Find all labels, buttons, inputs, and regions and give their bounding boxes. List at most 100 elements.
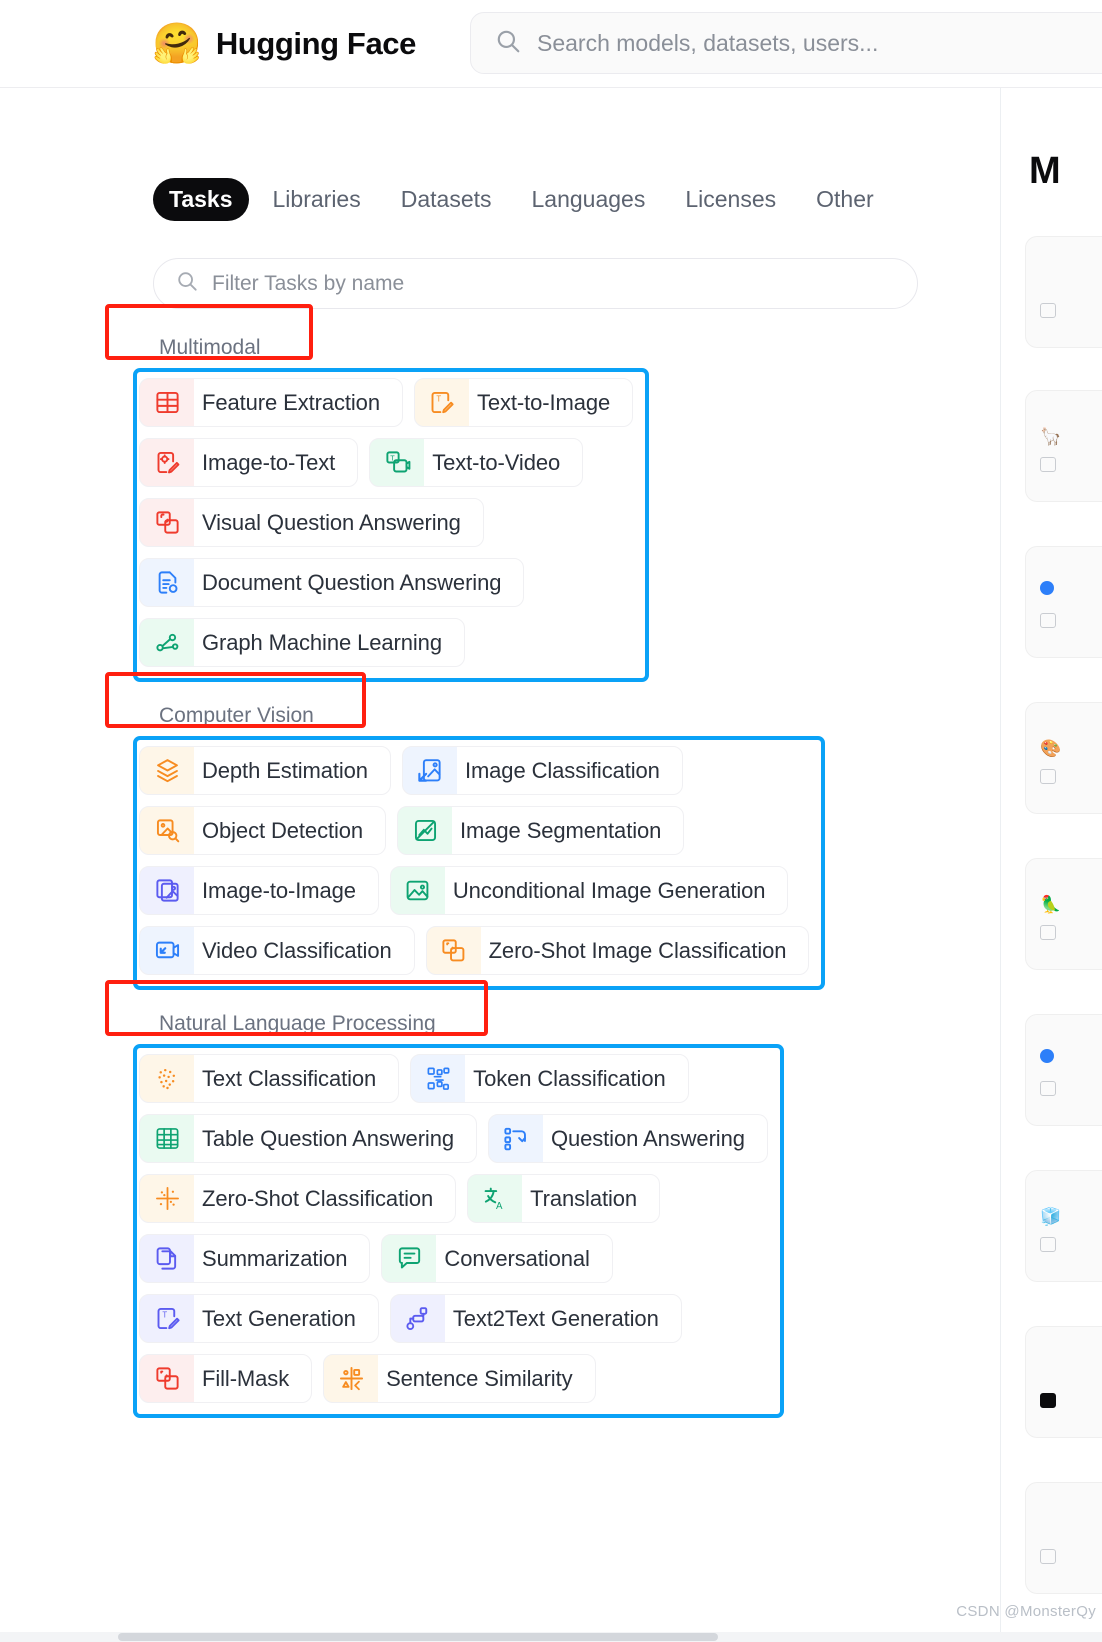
- task-pill-group: Text Classification Token Classification T…: [139, 1054, 768, 1414]
- task-pill-zero-shot-classification[interactable]: Zero-Shot Classification: [139, 1174, 457, 1223]
- task-pill-translation[interactable]: A Translation: [467, 1174, 661, 1223]
- task-pill-label: Depth Estimation: [202, 757, 368, 783]
- task-pill-object-detection[interactable]: Object Detection: [139, 806, 387, 855]
- chat-bubble-icon: [382, 1235, 436, 1282]
- brand-logo-link[interactable]: 🤗 Hugging Face: [152, 24, 416, 64]
- model-avatar: 🦜: [1040, 895, 1062, 914]
- svg-text:T: T: [437, 394, 442, 403]
- task-pill-graph-machine-learning[interactable]: Graph Machine Learning: [139, 618, 465, 667]
- task-pill-text-to-video[interactable]: T Text-to-Video: [369, 438, 584, 487]
- task-pill-label: Conversational: [444, 1245, 590, 1271]
- model-card[interactable]: [1025, 546, 1102, 658]
- task-pill-image-segmentation[interactable]: Image Segmentation: [397, 806, 685, 855]
- group-title: Natural Language Processing: [159, 1012, 436, 1035]
- model-card[interactable]: 🦜: [1025, 858, 1102, 970]
- token-blocks-icon: [411, 1055, 465, 1102]
- picture-icon: [391, 867, 445, 914]
- task-pill-token-classification[interactable]: Token Classification: [410, 1054, 689, 1103]
- task-pill-image-to-text[interactable]: Image-to-Text: [139, 438, 359, 487]
- tab-languages[interactable]: Languages: [516, 178, 662, 221]
- task-pill-text-classification[interactable]: Text Classification: [139, 1054, 400, 1103]
- task-pill-label: Text-to-Image: [476, 389, 611, 415]
- model-avatar: [1040, 1049, 1054, 1063]
- task-pill-text2text-generation[interactable]: Text2Text Generation: [389, 1294, 682, 1343]
- tab-licenses[interactable]: Licenses: [669, 178, 792, 221]
- model-avatar: 🦙: [1040, 427, 1062, 446]
- task-pill-question-answering[interactable]: Question Answering: [487, 1114, 768, 1163]
- task-pill-label: Video Classification: [202, 937, 392, 963]
- scrollbar-thumb[interactable]: [118, 1633, 718, 1641]
- task-pill-unconditional-image-generation[interactable]: Unconditional Image Generation: [389, 866, 789, 915]
- table-grid-icon: [140, 379, 194, 426]
- task-pill-depth-estimation[interactable]: Depth Estimation: [139, 746, 391, 795]
- visual-qa-icon: [140, 499, 194, 546]
- task-pill-feature-extraction[interactable]: Feature Extraction: [139, 378, 403, 427]
- tab-datasets[interactable]: Datasets: [385, 178, 508, 221]
- svg-text:T: T: [162, 1310, 167, 1319]
- task-pill-text-generation[interactable]: T Text Generation: [139, 1294, 379, 1343]
- task-pill-label: Visual Question Answering: [202, 509, 461, 535]
- task-pill-label: Text Generation: [202, 1305, 356, 1331]
- task-pill-text-to-image[interactable]: T Text-to-Image: [413, 378, 634, 427]
- filter-tasks-placeholder: Filter Tasks by name: [212, 271, 405, 295]
- task-pill-label: Document Question Answering: [202, 569, 502, 595]
- task-pill-label: Object Detection: [202, 817, 364, 843]
- model-card[interactable]: [1025, 1014, 1102, 1126]
- object-box-icon: [140, 807, 194, 854]
- filter-tasks-input[interactable]: Filter Tasks by name: [153, 258, 918, 309]
- model-card-badge: [1040, 1393, 1056, 1408]
- task-pill-image-to-image[interactable]: Image-to-Image: [139, 866, 379, 915]
- dots-scatter-icon: [140, 1055, 194, 1102]
- task-pill-zero-shot-image-classification[interactable]: Zero-Shot Image Classification: [425, 926, 810, 975]
- task-pill-label: Unconditional Image Generation: [452, 877, 766, 903]
- zeroshot-image-icon: [427, 927, 481, 974]
- task-pill-visual-question-answering[interactable]: Visual Question Answering: [139, 498, 484, 547]
- hugging-face-logo-icon: 🤗: [152, 21, 202, 66]
- task-pill-label: Text Classification: [202, 1065, 377, 1091]
- model-card[interactable]: 🎨: [1025, 702, 1102, 814]
- qa-arrow-icon: [489, 1115, 543, 1162]
- text-pencil-icon: T: [415, 379, 469, 426]
- model-card-badge: [1040, 457, 1056, 472]
- tab-libraries[interactable]: Libraries: [257, 178, 377, 221]
- task-pill-fill-mask[interactable]: Fill-Mask: [139, 1354, 313, 1403]
- image-pencil-icon: [140, 439, 194, 486]
- tab-other[interactable]: Other: [800, 178, 890, 221]
- task-pill-label: Fill-Mask: [202, 1365, 290, 1391]
- task-pill-video-classification[interactable]: Video Classification: [139, 926, 415, 975]
- task-pill-image-classification[interactable]: Image Classification: [401, 746, 683, 795]
- task-pill-summarization[interactable]: Summarization: [139, 1234, 371, 1283]
- horizontal-scrollbar[interactable]: [0, 1632, 1102, 1642]
- flow-nodes-icon: [391, 1295, 445, 1342]
- model-card[interactable]: 🧊: [1025, 1170, 1102, 1282]
- task-pill-document-question-answering[interactable]: Document Question Answering: [139, 558, 525, 607]
- document-qa-icon: [140, 559, 194, 606]
- similarity-icon: [324, 1355, 378, 1402]
- model-avatar: [1040, 581, 1054, 595]
- search-icon: [495, 28, 521, 59]
- task-pill-conversational[interactable]: Conversational: [381, 1234, 613, 1283]
- task-pill-label: Graph Machine Learning: [202, 629, 442, 655]
- graph-nodes-icon: [140, 619, 194, 666]
- model-card-badge: [1040, 1237, 1056, 1252]
- text-pencil-icon: T: [140, 1295, 194, 1342]
- model-card[interactable]: [1025, 1326, 1102, 1438]
- model-card[interactable]: 🦙: [1025, 390, 1102, 502]
- models-heading: M: [1029, 150, 1061, 192]
- video-arrow-icon: [140, 927, 194, 974]
- model-card[interactable]: [1025, 236, 1102, 348]
- segment-icon: [398, 807, 452, 854]
- group-title: Computer Vision: [159, 704, 314, 727]
- task-pill-label: Text-to-Video: [432, 449, 561, 475]
- brand-name: Hugging Face: [215, 25, 417, 61]
- model-avatar: 🎨: [1040, 739, 1062, 758]
- task-pill-sentence-similarity[interactable]: Sentence Similarity: [323, 1354, 596, 1403]
- model-card-badge: [1040, 613, 1056, 628]
- task-pill-table-question-answering[interactable]: Table Question Answering: [139, 1114, 477, 1163]
- model-card[interactable]: [1025, 1482, 1102, 1594]
- group-title: Multimodal: [159, 336, 261, 359]
- global-search-box[interactable]: Search models, datasets, users...: [470, 12, 1102, 74]
- task-pill-label: Question Answering: [550, 1125, 745, 1151]
- model-card-badge: [1040, 925, 1056, 940]
- tab-tasks[interactable]: Tasks: [153, 178, 249, 221]
